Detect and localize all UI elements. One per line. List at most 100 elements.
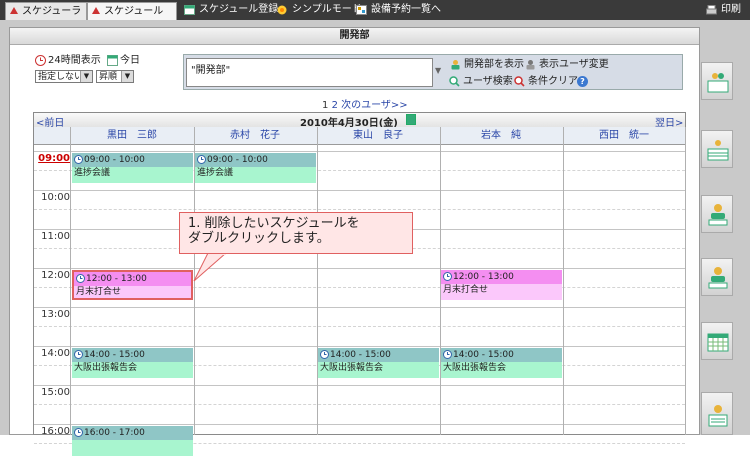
register-schedule-link[interactable]: スケジュール登録 [184,3,278,17]
calendar-picker-icon[interactable] [406,114,416,125]
user-search-label: ユーザ検索 [463,76,513,87]
hour-label: 10:00 [41,192,70,203]
time-slot[interactable] [440,385,562,424]
view-month-icon[interactable] [701,322,733,360]
column-divider [685,127,686,435]
sort-order-value: 昇順 [99,72,118,82]
time-slot[interactable] [317,385,439,424]
clock-icon [74,428,83,437]
time-slot[interactable] [71,307,193,346]
schedule-event[interactable]: 12:00 - 13:00 月末打合せ [72,270,193,300]
view-personal-week-icon[interactable] [701,258,733,296]
change-users-button[interactable]: 表示ユーザ変更 [525,59,609,71]
today-label: 今日 [120,55,140,66]
hour-label: 14:00 [41,348,70,359]
time-slot[interactable] [194,424,316,463]
schedule-event[interactable]: 16:00 - 17:00 [72,426,193,456]
time-slot[interactable] [563,346,685,385]
column-divider [563,127,564,435]
clear-conditions-button[interactable]: 条件クリア [514,76,578,88]
sort-field-select[interactable]: 指定しない ▼ [35,70,93,83]
user-column-header[interactable]: 東山 良子 [317,127,439,144]
pager-next-users[interactable]: 次のユーザ>> [341,100,408,111]
time-slot[interactable] [440,190,562,229]
group-selection-field[interactable]: "開発部" [186,58,433,87]
schedule-event[interactable]: 14:00 - 15:00 大阪出張報告会 [441,348,562,378]
time-slot[interactable] [563,385,685,424]
hour-label: 11:00 [41,231,70,242]
event-time-text: 09:00 - 10:00 [207,155,268,165]
print-button[interactable]: 印刷 [706,3,741,17]
schedule-icon [92,7,100,14]
field-dropdown-icon[interactable]: ▼ [435,66,441,75]
view-personal-day-icon[interactable] [701,195,733,233]
group-icon [451,60,460,70]
clock-icon [443,350,452,359]
schedule-event[interactable]: 14:00 - 15:00 大阪出張報告会 [318,348,439,378]
tab-schedule[interactable]: スケジュール [87,2,177,20]
clock-icon [35,55,46,66]
time-slot[interactable] [317,151,439,190]
list-view-icon [708,405,728,427]
column-divider [317,127,318,435]
event-time: 14:00 - 15:00 [72,348,193,362]
simple-mode-link[interactable]: シンプルモード [277,3,362,17]
time-slot[interactable] [71,385,193,424]
schedule-event[interactable]: 09:00 - 10:00 進捗会議 [195,153,316,183]
user-column-header[interactable]: 西田 統一 [563,127,685,144]
panel-title: 開発部 [10,28,699,45]
show-24h-button[interactable]: 24時間表示 [35,55,101,67]
time-slot[interactable] [194,346,316,385]
time-slot[interactable] [563,424,685,463]
simple-mode-icon [277,5,287,15]
time-slot[interactable] [563,229,685,268]
user-column-header[interactable]: 赤村 花子 [194,127,316,144]
time-slot[interactable] [71,229,193,268]
time-slot[interactable] [440,151,562,190]
time-slot[interactable] [563,190,685,229]
equipment-icon [356,5,367,15]
sort-order-select[interactable]: 昇順 ▼ [96,70,134,83]
user-pager: 1 2 次のユーザ>> [322,96,408,111]
time-slot[interactable] [563,307,685,346]
tab-scheduler[interactable]: スケジューラ [5,2,87,20]
view-week-group-icon[interactable] [701,130,733,168]
time-slot[interactable] [71,190,193,229]
user-column-header[interactable]: 黒田 三郎 [71,127,193,144]
time-slot[interactable] [440,307,562,346]
show-group-button[interactable]: 開発部を表示 [450,59,524,71]
time-slot[interactable] [317,424,439,463]
equipment-list-label: 設備予約一覧へ [371,4,441,15]
pager-page-2[interactable]: 2 [332,100,338,111]
callout-line-2: ダブルクリックします。 [188,231,330,246]
event-time-text: 09:00 - 10:00 [84,155,145,165]
time-slot[interactable] [317,268,439,307]
clock-icon [74,350,83,359]
today-button[interactable]: 今日 [107,55,140,67]
user-column-header[interactable]: 岩本 純 [440,127,562,144]
user-search-button[interactable]: ユーザ検索 [449,76,513,88]
callout-pointer [193,252,228,282]
time-slot[interactable] [317,307,439,346]
view-list-icon[interactable] [701,392,733,435]
time-slot[interactable] [194,307,316,346]
event-time-text: 16:00 - 17:00 [84,428,145,438]
schedule-event[interactable]: 09:00 - 10:00 進捗会議 [72,153,193,183]
event-title: 大阪出張報告会 [318,362,439,378]
time-slot[interactable] [194,385,316,424]
view-day-icon[interactable] [701,62,733,100]
equipment-list-link[interactable]: 設備予約一覧へ [356,3,441,17]
help-icon[interactable]: ? [577,76,588,87]
clear-conditions-label: 条件クリア [528,76,578,87]
tab-scheduler-label: スケジューラ [22,6,82,17]
time-slot[interactable] [563,151,685,190]
personal-week-icon [708,267,728,289]
today-calendar-icon [107,55,118,66]
day-view-icon [707,73,729,93]
time-slot[interactable] [563,268,685,307]
time-slot[interactable] [440,424,562,463]
event-time: 14:00 - 15:00 [318,348,439,362]
schedule-event[interactable]: 14:00 - 15:00 大阪出張報告会 [72,348,193,378]
schedule-event[interactable]: 12:00 - 13:00 月末打合せ [441,270,562,300]
time-slot[interactable] [440,229,562,268]
